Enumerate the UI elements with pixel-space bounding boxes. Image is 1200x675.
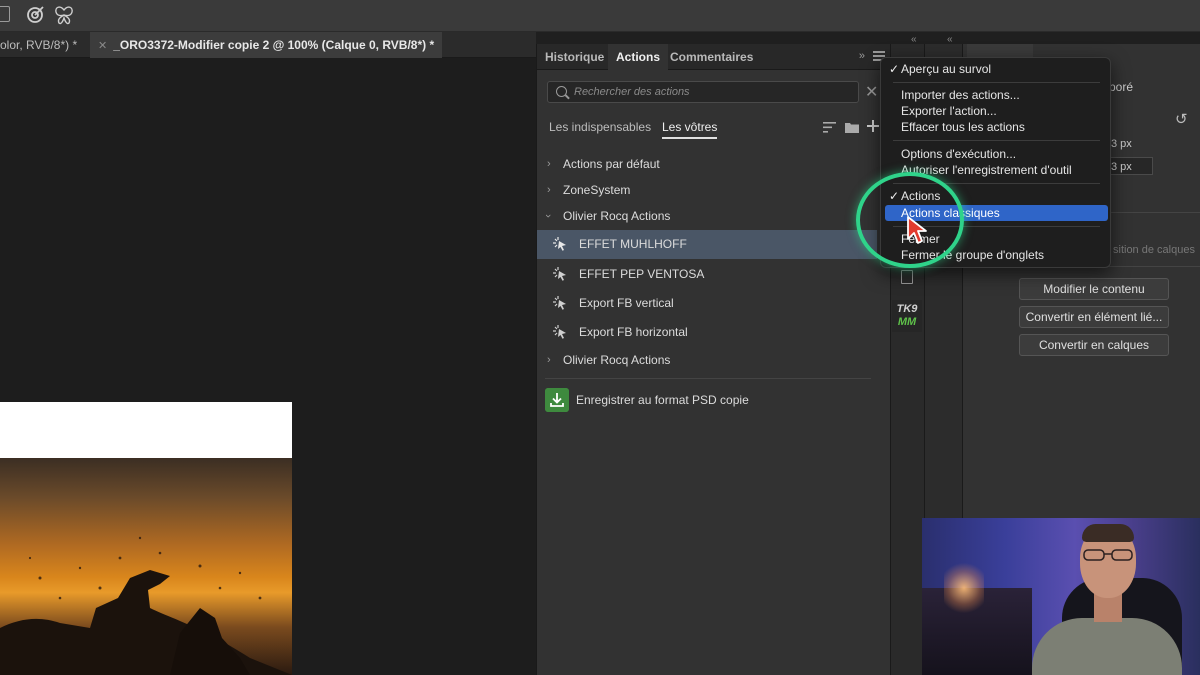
tab-historique[interactable]: Historique [537,44,612,70]
convert-to-linked-button[interactable]: Convertir en élément lié... [1019,306,1169,328]
checkmark-icon: ✓ [889,62,900,76]
tk9-plugin-icon[interactable]: TK9 MM [892,300,922,332]
menu-item-label: Effacer tous les actions [901,120,1025,134]
edit-contents-button[interactable]: Modifier le contenu [1019,278,1169,300]
menu-item-options-execution[interactable]: Options d'exécution... [885,146,1108,162]
properties-header-fragment: poré [1109,80,1134,94]
dimension-value: 3 px [1111,161,1132,173]
convert-to-layers-button[interactable]: Convertir en calques [1019,334,1169,356]
action-row[interactable]: Export FB horizontal [537,318,877,347]
document-tab-bar: olor, RVB/8*) * ✕ _ORO3372-Modifier copie… [0,32,536,58]
action-label: EFFET MUHLHOFF [579,237,687,251]
document-tab-2[interactable]: ✕ _ORO3372-Modifier copie 2 @ 100% (Calqu… [90,32,443,58]
action-set-row[interactable]: › Actions par défaut [537,151,877,177]
save-psd-copy-label: Enregistrer au format PSD copie [576,393,749,407]
action-label: Export FB vertical [579,296,674,310]
layer-comp-label[interactable]: sition de calques [1113,244,1195,256]
chevron-down-icon[interactable]: › [535,214,561,218]
menu-item-label: Aperçu au survol [901,62,992,76]
search-input[interactable] [574,84,854,100]
action-play-icon [553,296,566,310]
actions-panel: Historique Actions Commentaires » ✕ Les … [536,44,891,675]
action-play-icon [553,237,566,251]
presenter-hair [1082,524,1134,542]
document-tab-label: olor, RVB/8*) * [0,38,78,52]
divider [545,378,871,379]
document-icon[interactable] [901,270,913,284]
action-set-label: ZoneSystem [563,183,631,197]
menu-item-importer[interactable]: Importer des actions... [885,87,1108,103]
folder-icon[interactable] [845,121,859,133]
butterfly-icon[interactable] [53,4,75,26]
action-row[interactable]: Export FB vertical [537,289,877,318]
action-set-label: Actions par défaut [563,157,660,171]
tool-preset-swatch[interactable] [0,6,10,22]
action-set-row[interactable]: › Olivier Rocq Actions [537,347,877,373]
action-row-selected[interactable]: EFFET MUHLHOFF [537,230,877,259]
menu-separator [893,82,1100,83]
menu-item-effacer[interactable]: Effacer tous les actions [885,119,1108,135]
action-set-row[interactable]: › ZoneSystem [537,177,877,203]
action-row[interactable]: EFFET PEP VENTOSA [537,260,877,289]
sort-icon[interactable] [823,122,836,133]
document-canvas[interactable] [0,58,536,675]
horses-silhouette [0,536,292,675]
glasses-icon [1083,549,1133,561]
subtab-votres[interactable]: Les vôtres [662,120,718,139]
chevron-right-icon[interactable]: › [547,177,551,203]
options-bar [0,0,1200,32]
menu-item-label: Options d'exécution... [901,147,1017,161]
collapse-panel-icon[interactable]: « [947,34,953,45]
document-tab-1[interactable]: olor, RVB/8*) * [0,32,85,58]
close-icon[interactable]: ✕ [865,82,878,102]
chevron-right-icon[interactable]: › [547,347,551,373]
webcam-overlay [922,518,1200,675]
subtab-indispensables[interactable]: Les indispensables [549,120,651,134]
action-label: Export FB horizontal [579,325,688,339]
tk9-label: TK9 [896,303,918,315]
action-label: EFFET PEP VENTOSA [579,267,705,281]
cursor-icon [907,216,927,244]
mm-label: MM [897,316,917,328]
tab-commentaires[interactable]: Commentaires [662,44,761,70]
panel-more-icon[interactable]: » [859,50,865,62]
search-field[interactable] [547,81,859,103]
panel-tab-bar: Historique Actions Commentaires » [537,44,891,70]
dimension-value: 3 px [1111,138,1132,150]
menu-item-label: Importer des actions... [901,88,1020,102]
presenter-torso [1032,618,1182,675]
lamp-glow [944,558,984,618]
add-icon[interactable] [867,120,879,132]
tab-actions[interactable]: Actions [608,44,669,70]
menu-item-exporter[interactable]: Exporter l'action... [885,103,1108,119]
collapse-panel-icon[interactable]: « [911,34,917,45]
menu-item-label: Exporter l'action... [901,104,997,118]
action-play-icon [553,325,566,339]
search-icon [556,86,567,97]
action-set-label: Olivier Rocq Actions [563,209,671,223]
close-icon[interactable]: ✕ [98,40,107,52]
reset-icon[interactable]: ↺ [1175,110,1188,128]
document-image [0,402,292,675]
menu-item-apercu-survol[interactable]: ✓ Aperçu au survol [885,61,1108,77]
sunset-photo [0,458,292,675]
action-play-icon [553,267,566,281]
target-icon[interactable] [24,4,46,26]
action-set-row[interactable]: › Olivier Rocq Actions [537,203,877,229]
menu-separator [893,140,1100,141]
action-set-label: Olivier Rocq Actions [563,353,671,367]
download-icon [545,388,569,412]
chevron-right-icon[interactable]: › [547,151,551,177]
document-tab-label: _ORO3372-Modifier copie 2 @ 100% (Calque… [113,38,435,52]
